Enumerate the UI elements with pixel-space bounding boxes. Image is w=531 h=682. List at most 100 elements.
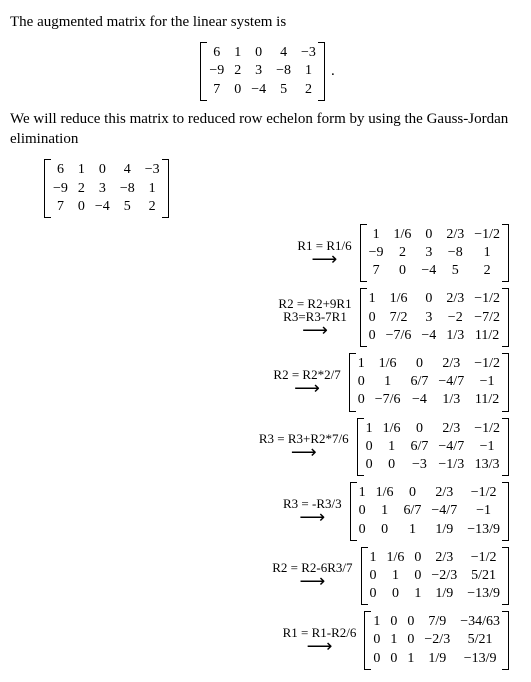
- matrix-cell: 0: [390, 613, 397, 631]
- matrix-cell: 11/2: [474, 391, 500, 409]
- arrow-icon: ⟶: [312, 250, 338, 268]
- matrix-cell: −2: [446, 309, 464, 327]
- matrix-cell: 0: [359, 521, 366, 539]
- matrix-cell: −1: [474, 438, 500, 456]
- arrow-icon: ⟶: [299, 508, 325, 526]
- matrix-cell: 7: [53, 198, 68, 216]
- matrix-cell: 0: [407, 613, 414, 631]
- matrix-cell: 4: [120, 161, 135, 179]
- matrix-cell: 7: [369, 262, 384, 280]
- matrix-cell: 2: [234, 62, 241, 80]
- matrix-cell: 0: [421, 290, 436, 308]
- matrix-cell: 6: [53, 161, 68, 179]
- arrow-icon: ⟶: [307, 637, 333, 655]
- matrix-cell: 0: [383, 456, 401, 474]
- matrix-cell: −1: [474, 373, 500, 391]
- matrix-cell: −1/2: [467, 549, 500, 567]
- intro-text: The augmented matrix for the linear syst…: [10, 12, 521, 32]
- matrix-cell: 0: [390, 650, 397, 668]
- matrix-cell: −34/63: [460, 613, 500, 631]
- matrix-cell: 5: [446, 262, 464, 280]
- matrix-cell: 1/3: [446, 327, 464, 345]
- matrix-cell: 1/6: [383, 420, 401, 438]
- matrix-cell: −4: [421, 262, 436, 280]
- row-operation: R2 = R2+9R1 R3=R3-7R1⟶: [278, 297, 351, 339]
- matrix-cell: −13/9: [467, 521, 500, 539]
- matrix-cell: 0: [78, 198, 85, 216]
- matrix-cell: 0: [407, 631, 414, 649]
- matrix-cell: 0: [366, 438, 373, 456]
- row-operation-label: R2 = R2+9R1 R3=R3-7R1: [278, 297, 351, 323]
- matrix-cell: 7: [209, 81, 224, 99]
- matrix-cell: 0: [369, 309, 376, 327]
- matrix-cell: −1/2: [474, 420, 500, 438]
- matrix-cell: −4/7: [438, 373, 464, 391]
- matrix-cell: −1/2: [474, 355, 500, 373]
- arrow-icon: ⟶: [291, 443, 317, 461]
- matrix-cell: 1: [145, 180, 160, 198]
- matrix-cell: −4: [251, 81, 266, 99]
- matrix-cell: −8: [276, 62, 291, 80]
- period: .: [331, 63, 335, 80]
- matrix-cell: −9: [209, 62, 224, 80]
- matrix-cell: 0: [376, 521, 394, 539]
- row-operation: R3 = R3+R2*7/6⟶: [259, 432, 349, 461]
- matrix-cell: 3: [95, 180, 110, 198]
- matrix-cell: 0: [411, 420, 429, 438]
- steps-container: R1 = R1/6⟶11/602/3−1/2−923−8170−452R2 = …: [10, 222, 521, 672]
- matrix-cell: 1: [301, 62, 316, 80]
- matrix-cell: 0: [414, 549, 421, 567]
- matrix-cell: 3: [251, 62, 266, 80]
- matrix-cell: −2/3: [424, 631, 450, 649]
- step-matrix: 11/602/3−1/2016/7−4/7−10−7/6−41/311/2: [349, 353, 509, 412]
- matrix-cell: 2: [394, 244, 412, 262]
- matrix-cell: −9: [369, 244, 384, 262]
- matrix-cell: 1: [359, 484, 366, 502]
- matrix-cell: 1: [234, 44, 241, 62]
- matrix-cell: 6/7: [411, 373, 429, 391]
- matrix-cell: 0: [373, 650, 380, 668]
- matrix-cell: 0: [387, 585, 405, 603]
- matrix-cell: 0: [404, 484, 422, 502]
- matrix-cell: −4: [95, 198, 110, 216]
- reduction-step: R3 = -R3/3⟶11/602/3−1/2016/7−4/7−10011/9…: [40, 480, 521, 543]
- matrix-cell: 13/3: [474, 456, 500, 474]
- step-initial-matrix: 6104−3−923−8170−452: [44, 159, 169, 218]
- matrix-cell: 5/21: [467, 567, 500, 585]
- matrix-cell: 5: [276, 81, 291, 99]
- matrix-cell: 1: [369, 290, 376, 308]
- matrix-cell: −3: [411, 456, 429, 474]
- matrix-cell: −9: [53, 180, 68, 198]
- matrix-cell: −4/7: [438, 438, 464, 456]
- matrix-cell: −1/2: [467, 484, 500, 502]
- row-operation: R2 = R2*2/7⟶: [273, 368, 340, 397]
- matrix-cell: −7/6: [386, 327, 412, 345]
- matrix-cell: 1: [370, 549, 377, 567]
- arrow-icon: ⟶: [299, 572, 325, 590]
- reduction-step: R2 = R2*2/7⟶11/602/3−1/2016/7−4/7−10−7/6…: [40, 351, 521, 414]
- matrix-cell: −4: [411, 391, 429, 409]
- matrix-cell: 1: [404, 521, 422, 539]
- matrix-cell: 11/2: [474, 327, 500, 345]
- matrix-cell: 2: [145, 198, 160, 216]
- matrix-cell: 1: [383, 438, 401, 456]
- augmented-matrix-block: 6104−3−923−8170−452 .: [10, 40, 521, 103]
- matrix-cell: 1/3: [438, 391, 464, 409]
- matrix-cell: 1: [390, 631, 397, 649]
- matrix-cell: 0: [370, 585, 377, 603]
- matrix-cell: 0: [370, 567, 377, 585]
- matrix-cell: 1/9: [431, 585, 457, 603]
- matrix-cell: 3: [421, 244, 436, 262]
- matrix-cell: 1: [78, 161, 85, 179]
- matrix-cell: 1: [376, 502, 394, 520]
- matrix-cell: −13/9: [460, 650, 500, 668]
- matrix-cell: −1/2: [474, 226, 500, 244]
- matrix-cell: 1: [387, 567, 405, 585]
- matrix-cell: 0: [369, 327, 376, 345]
- matrix-cell: 1/6: [375, 355, 401, 373]
- matrix-cell: −1/2: [474, 290, 500, 308]
- matrix-cell: 2/3: [431, 484, 457, 502]
- row-operation: R1 = R1/6⟶: [297, 239, 351, 268]
- matrix-cell: 0: [421, 226, 436, 244]
- matrix-cell: −8: [446, 244, 464, 262]
